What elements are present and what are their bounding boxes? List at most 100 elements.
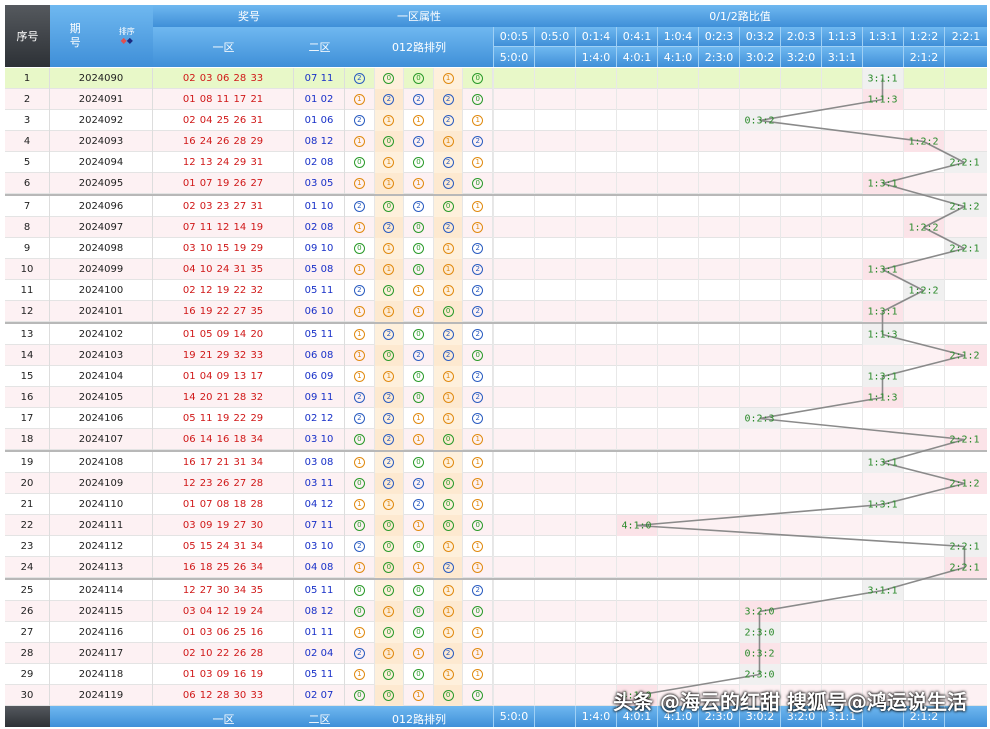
ratio-col-top-1: 0:5:0 xyxy=(534,27,575,47)
ratio-grid-cell xyxy=(493,452,534,473)
row-period: 2024091 xyxy=(50,89,153,110)
route-0-icon: 0 xyxy=(383,690,395,701)
route-2-icon: 2 xyxy=(442,648,454,659)
ratio-grid-cell xyxy=(780,387,821,408)
ratio-grid-cell xyxy=(944,89,987,110)
ratio-grid-cell xyxy=(903,429,944,450)
ratio-grid-cell xyxy=(534,643,575,664)
route-2-icon: 2 xyxy=(472,329,484,340)
row-attr-cell: 2 xyxy=(374,387,405,408)
ratio-grid-cell xyxy=(821,89,862,110)
ratio-grid-cell xyxy=(821,324,862,345)
route-2-icon: 2 xyxy=(442,350,454,361)
ratio-grid-cell xyxy=(903,408,944,429)
ratio-col-top-7: 2:0:3 xyxy=(780,27,821,47)
route-1-icon: 1 xyxy=(353,178,365,189)
ratio-value: 2:3:0 xyxy=(744,627,775,638)
row-attr-cell: 0 xyxy=(463,601,493,622)
row-seq: 4 xyxy=(5,131,50,152)
route-2-icon: 2 xyxy=(383,457,395,468)
row-zone2-numbers: 08 12 xyxy=(294,601,345,622)
ratio-grid-cell xyxy=(739,345,780,366)
row-zone1-numbers: 03 10 15 19 29 xyxy=(153,238,294,259)
route-1-icon: 1 xyxy=(383,371,395,382)
row-zone2-numbers: 02 07 xyxy=(294,685,345,706)
ratio-grid-cell xyxy=(862,280,903,301)
ratio-grid-cell xyxy=(534,217,575,238)
route-0-icon: 0 xyxy=(412,264,424,275)
arr012-header: 012路排列 xyxy=(345,27,493,67)
ratio-grid-cell xyxy=(493,580,534,601)
route-1-icon: 1 xyxy=(353,306,365,317)
row-seq: 19 xyxy=(5,452,50,473)
row-zone1-numbers: 12 27 30 34 35 xyxy=(153,580,294,601)
route-1-icon: 1 xyxy=(412,648,424,659)
route-1-icon: 1 xyxy=(442,371,454,382)
ratio-grid-cell xyxy=(493,345,534,366)
row-attr-cell: 0 xyxy=(404,259,434,280)
row-attr-cell: 1 xyxy=(463,452,493,473)
ratio-grid-cell xyxy=(821,429,862,450)
row-attr-cell: 2 xyxy=(374,473,405,494)
row-attr-cell: 1 xyxy=(404,515,434,536)
row-attr-cell: 0 xyxy=(433,196,464,217)
ratio-grid-cell xyxy=(862,408,903,429)
row-attr-cell: 1 xyxy=(463,664,493,685)
row-period: 2024097 xyxy=(50,217,153,238)
ratio-grid-cell xyxy=(780,324,821,345)
route-0-icon: 0 xyxy=(442,520,454,531)
ratio-value: 2:1:2 xyxy=(949,350,980,361)
row-attr-cell: 1 xyxy=(463,622,493,643)
route-0-icon: 0 xyxy=(472,73,484,84)
row-attr-cell: 0 xyxy=(404,622,434,643)
ratio-col-bottom-1 xyxy=(534,47,575,67)
ratio-grid-cell xyxy=(698,601,739,622)
ratio-value: 1:2:2 xyxy=(908,222,939,233)
ratio-grid-cell xyxy=(780,173,821,194)
ratio-value: 1:3:1 xyxy=(867,178,898,189)
row-attr-cell: 0 xyxy=(404,324,434,345)
row-attr-cell: 1 xyxy=(433,238,464,259)
row-seq: 29 xyxy=(5,664,50,685)
ratio-grid-cell xyxy=(780,494,821,515)
ratio-grid-cell xyxy=(821,217,862,238)
ratio-grid-cell xyxy=(862,536,903,557)
route-2-icon: 2 xyxy=(383,94,395,105)
row-attr-cell: 0 xyxy=(345,685,375,706)
ratio-grid-cell xyxy=(657,557,698,578)
ratio-grid-cell xyxy=(698,664,739,685)
ratio-grid-cell xyxy=(534,429,575,450)
ratio-grid-cell xyxy=(657,280,698,301)
row-zone1-numbers: 05 11 19 22 29 xyxy=(153,408,294,429)
row-attr-cell: 0 xyxy=(374,515,405,536)
ratio-grid-cell xyxy=(903,173,944,194)
ratio-grid-cell xyxy=(780,68,821,89)
ratio-grid-cell xyxy=(821,259,862,280)
ratio-grid-cell xyxy=(780,452,821,473)
row-seq: 28 xyxy=(5,643,50,664)
ratio-grid-cell xyxy=(739,280,780,301)
sort-button[interactable]: 排序 ◆◆ xyxy=(119,27,135,45)
row-zone1-numbers: 01 07 08 18 28 xyxy=(153,494,294,515)
row-attr-cell: 2 xyxy=(433,110,464,131)
route-1-icon: 1 xyxy=(472,562,484,573)
ratio-grid-cell xyxy=(821,173,862,194)
row-attr-cell: 1 xyxy=(374,601,405,622)
route-0-icon: 0 xyxy=(353,157,365,168)
row-attr-cell: 0 xyxy=(463,68,493,89)
row-seq: 22 xyxy=(5,515,50,536)
ratio-grid-cell xyxy=(616,452,657,473)
ratio-grid-cell xyxy=(657,387,698,408)
row-zone2-numbers: 05 11 xyxy=(294,580,345,601)
row-attr-cell: 0 xyxy=(433,473,464,494)
route-0-icon: 0 xyxy=(353,690,365,701)
ratio-grid-cell xyxy=(780,152,821,173)
route-2-icon: 2 xyxy=(353,648,365,659)
route-2-icon: 2 xyxy=(472,264,484,275)
ratio-grid-cell xyxy=(944,622,987,643)
ratio-col-bottom-11 xyxy=(944,47,987,67)
ratio-grid-cell xyxy=(575,643,616,664)
row-attr-cell: 0 xyxy=(374,536,405,557)
ratio-grid-cell xyxy=(903,387,944,408)
ratio-grid-cell xyxy=(739,580,780,601)
